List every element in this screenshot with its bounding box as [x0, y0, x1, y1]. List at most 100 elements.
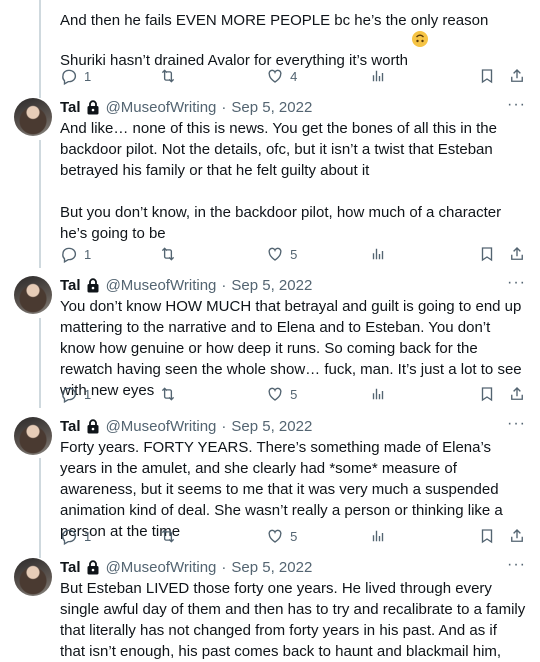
lock-icon: [87, 277, 99, 292]
more-options-button[interactable]: ···: [507, 415, 526, 433]
display-name[interactable]: Tal: [60, 418, 81, 435]
tweet[interactable]: Tal @MuseofWriting · Sep 5, 2022 ··· Forty ye…: [0, 415, 540, 542]
protected-lock: [86, 418, 100, 434]
separator-dot: ·: [221, 276, 227, 294]
like-count: 5: [290, 246, 298, 262]
reply-button[interactable]: 1: [60, 245, 159, 263]
retweet-button[interactable]: [159, 385, 266, 403]
tweet-text: And like… none of this is news. You get …: [60, 120, 502, 242]
protected-lock: [86, 277, 100, 293]
more-options-button[interactable]: ···: [507, 556, 526, 574]
bookmark-icon: [482, 247, 493, 262]
views-button[interactable]: [369, 385, 478, 403]
share-button[interactable]: [508, 385, 526, 403]
retweet-button[interactable]: [159, 527, 266, 545]
reply-count: 1: [84, 528, 92, 544]
more-options-button[interactable]: ···: [507, 274, 526, 292]
tweet-actions: 15: [60, 524, 526, 548]
reply-icon: [62, 247, 77, 263]
reply-button[interactable]: 1: [60, 385, 159, 403]
avatar[interactable]: [14, 417, 52, 455]
bookmark-button[interactable]: [478, 527, 508, 545]
user-handle[interactable]: @MuseofWriting: [106, 99, 217, 116]
views-button[interactable]: [369, 527, 478, 545]
retweet-button[interactable]: [159, 245, 266, 263]
like-count: 4: [290, 68, 298, 84]
reply-count: 1: [84, 68, 92, 84]
reply-button[interactable]: 1: [60, 527, 159, 545]
display-name[interactable]: Tal: [60, 277, 81, 294]
tweet-actions: 1 4: [60, 64, 526, 88]
display-name[interactable]: Tal: [60, 99, 81, 116]
views-button[interactable]: [369, 245, 478, 263]
analytics-icon: [373, 70, 384, 82]
tweet-actions: 15: [60, 382, 526, 406]
like-button[interactable]: 5: [266, 245, 369, 263]
share-button[interactable]: [508, 527, 526, 545]
bookmark-icon: [482, 529, 493, 544]
bookmark-button[interactable]: [478, 245, 508, 263]
like-count: 5: [290, 386, 298, 402]
separator-dot: ·: [221, 417, 227, 435]
share-icon: [511, 529, 523, 542]
tweet[interactable]: Tal @MuseofWriting · Sep 5, 2022 ··· But Este…: [0, 556, 540, 662]
retweet-icon: [162, 529, 175, 543]
tweet-actions: 15: [60, 242, 526, 266]
user-handle[interactable]: @MuseofWriting: [106, 277, 217, 294]
user-handle[interactable]: @MuseofWriting: [106, 418, 217, 435]
like-button[interactable]: 4: [266, 67, 369, 85]
analytics-icon: [373, 248, 384, 260]
bookmark-button[interactable]: [478, 385, 508, 403]
display-name[interactable]: Tal: [60, 559, 81, 576]
reply-button[interactable]: 1: [60, 67, 159, 85]
bookmark-icon: [482, 69, 493, 84]
more-options-button[interactable]: ···: [507, 96, 526, 114]
like-button[interactable]: 5: [266, 385, 369, 403]
retweet-icon: [162, 69, 175, 83]
tweet-header: Tal @MuseofWriting · Sep 5, 2022: [60, 556, 526, 578]
tweet-date[interactable]: Sep 5, 2022: [231, 418, 312, 435]
reply-icon: [62, 387, 77, 403]
avatar[interactable]: [14, 98, 52, 136]
lock-icon: [87, 418, 99, 433]
heart-icon: [268, 69, 282, 83]
share-button[interactable]: [508, 245, 526, 263]
avatar[interactable]: [14, 558, 52, 596]
tweet-header: Tal @MuseofWriting · Sep 5, 2022: [60, 96, 526, 118]
bookmark-icon: [482, 387, 493, 402]
reply-count: 1: [84, 246, 92, 262]
tweet-date[interactable]: Sep 5, 2022: [231, 99, 312, 116]
heart-icon: [268, 387, 282, 401]
reply-count: 1: [84, 386, 92, 402]
tweet-date[interactable]: Sep 5, 2022: [231, 277, 312, 294]
separator-dot: ·: [221, 558, 227, 576]
tweet-header: Tal @MuseofWriting · Sep 5, 2022: [60, 415, 526, 437]
like-button[interactable]: 5: [266, 527, 369, 545]
retweet-icon: [162, 387, 175, 401]
separator-dot: ·: [221, 98, 227, 116]
tweet[interactable]: Tal @MuseofWriting · Sep 5, 2022 ··· And like…: [0, 96, 540, 244]
lock-icon: [87, 99, 99, 114]
tweet-date[interactable]: Sep 5, 2022: [231, 559, 312, 576]
reply-icon: [62, 529, 77, 545]
share-button[interactable]: [508, 67, 526, 85]
share-icon: [511, 387, 523, 400]
analytics-icon: [373, 388, 384, 400]
share-icon: [511, 247, 523, 260]
protected-lock: [86, 559, 100, 575]
reply-icon: [62, 69, 77, 85]
views-button[interactable]: [369, 67, 478, 85]
user-handle[interactable]: @MuseofWriting: [106, 559, 217, 576]
retweet-icon: [162, 247, 175, 261]
avatar[interactable]: [14, 276, 52, 314]
tweet-text: But Esteban LIVED those forty one years.…: [60, 580, 530, 660]
bookmark-button[interactable]: [478, 67, 508, 85]
retweet-button[interactable]: [159, 67, 266, 85]
heart-icon: [268, 529, 282, 543]
upside-down-face-emoji: [412, 31, 429, 47]
heart-icon: [268, 247, 282, 261]
protected-lock: [86, 99, 100, 115]
tweet-partial[interactable]: And then he fails EVEN MORE PEOPLE bc he…: [0, 10, 540, 71]
tweet-header: Tal @MuseofWriting · Sep 5, 2022: [60, 274, 526, 296]
lock-icon: [87, 559, 99, 574]
